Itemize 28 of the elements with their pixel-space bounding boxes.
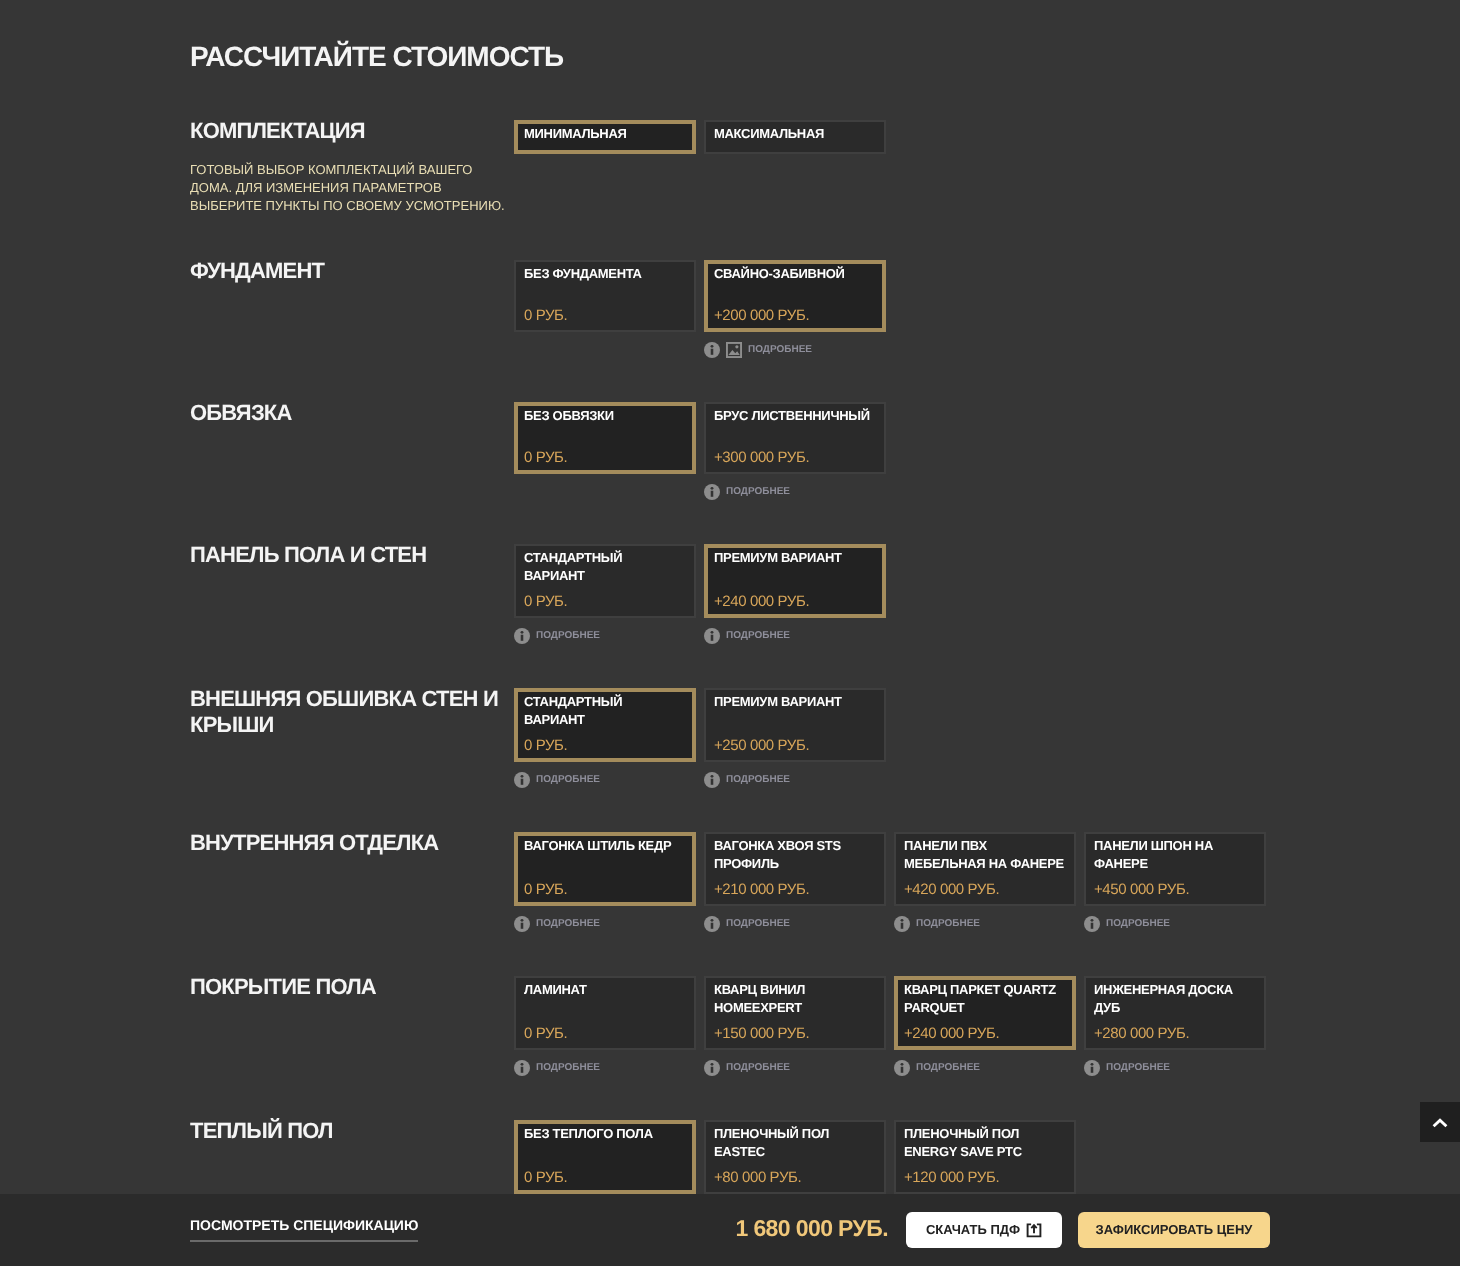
tray-arrow-icon [1026, 1222, 1042, 1238]
section-heading: ВНУТРЕННЯЯ ОТДЕЛКА [190, 832, 441, 858]
total-price: 1 680 000 РУБ. [735, 1218, 888, 1242]
info-icon[interactable] [894, 1059, 910, 1075]
info-icon[interactable] [704, 1059, 720, 1075]
section-heading: ВНЕШНЯЯ ОБШИВКА СТЕН И КРЫШИ [190, 688, 501, 740]
section-heading: ФУНДАМЕНТ [190, 260, 327, 286]
info-icon[interactable] [704, 483, 720, 499]
info-icon[interactable] [704, 915, 720, 931]
chevron-up-icon [1432, 1117, 1448, 1127]
info-icon[interactable] [1084, 1059, 1100, 1075]
info-icon[interactable] [1084, 915, 1100, 931]
info-icon[interactable] [704, 627, 720, 643]
section-heading: ТЕПЛЫЙ ПОЛ [190, 1120, 335, 1146]
info-icon[interactable] [514, 771, 530, 787]
section-heading: ПАНЕЛЬ ПОЛА И СТЕН [190, 544, 429, 570]
scroll-top-button[interactable] [1420, 1102, 1460, 1142]
section-heading: КОМПЛЕКТАЦИЯ [190, 120, 367, 146]
section-heading: ПОКРЫТИЕ ПОЛА [190, 976, 378, 1002]
info-icon[interactable] [704, 771, 720, 787]
info-icon[interactable] [514, 1059, 530, 1075]
image-icon[interactable] [726, 341, 742, 357]
info-icon[interactable] [514, 627, 530, 643]
section-heading: ОБВЯЗКА [190, 402, 294, 428]
info-icon[interactable] [894, 915, 910, 931]
info-icon[interactable] [514, 915, 530, 931]
page-title: РАССЧИТАЙТЕ СТОИМОСТЬ [190, 38, 564, 76]
info-icon[interactable] [704, 341, 720, 357]
